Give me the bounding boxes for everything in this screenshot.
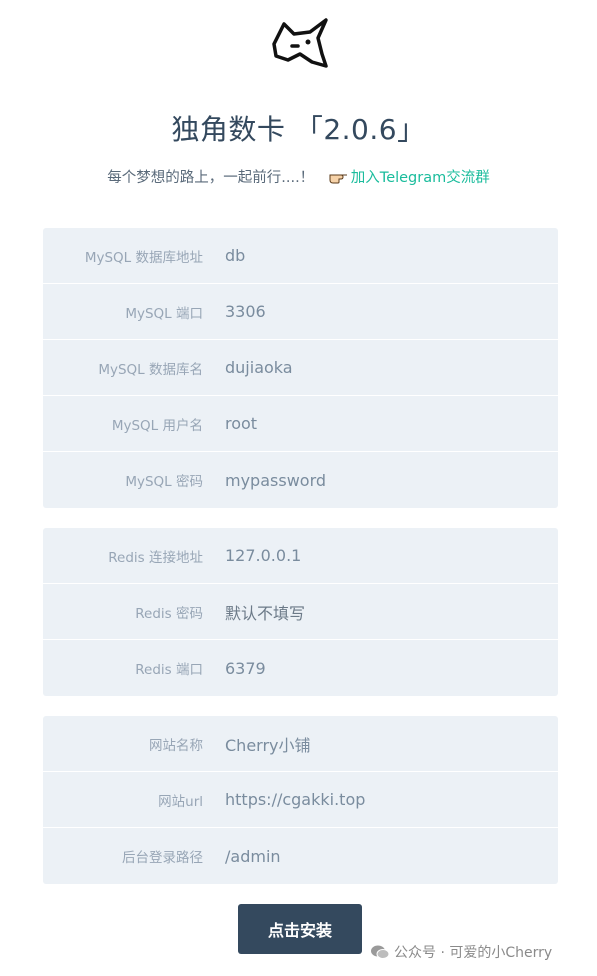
admin-path-input[interactable]: /admin xyxy=(225,847,281,866)
form-row-mysql-host: MySQL 数据库地址 db xyxy=(43,228,558,284)
field-label: 后台登录路径 xyxy=(122,850,203,866)
field-label: Redis 密码 xyxy=(135,605,203,622)
site-settings-panel: 网站名称 Cherry小铺 网站url https://cgakki.top 后… xyxy=(43,716,558,884)
form-row-mysql-port: MySQL 端口 3306 xyxy=(43,284,558,340)
site-url-input[interactable]: https://cgakki.top xyxy=(225,790,365,809)
page-title: 独角数卡 「2.0.6」 xyxy=(171,113,426,146)
redis-password-input[interactable]: 默认不填写 xyxy=(225,600,305,624)
form-row-admin-path: 后台登录路径 /admin xyxy=(43,828,558,884)
redis-port-input[interactable]: 6379 xyxy=(225,659,266,678)
field-label: Redis 端口 xyxy=(135,662,203,678)
wechat-watermark: 公众号 · 可爱的小Cherry xyxy=(370,942,552,962)
form-row-mysql-username: MySQL 用户名 root xyxy=(43,396,558,452)
install-button[interactable]: 点击安装 xyxy=(238,904,362,954)
watermark-text: 公众号 · 可爱的小Cherry xyxy=(394,945,553,961)
redis-settings-panel: Redis 连接地址 127.0.0.1 Redis 密码 默认不填写 Redi… xyxy=(43,528,558,696)
field-label: 网站url xyxy=(158,793,203,810)
mysql-host-input[interactable]: db xyxy=(225,246,245,265)
site-name-input[interactable]: Cherry小铺 xyxy=(225,732,311,756)
form-row-mysql-password: MySQL 密码 mypassword xyxy=(43,452,558,508)
redis-host-input[interactable]: 127.0.0.1 xyxy=(225,546,301,565)
field-label: MySQL 密码 xyxy=(125,474,203,490)
subtitle: 每个梦想的路上，一起前行....！ 加入Telegram交流群 xyxy=(0,166,597,187)
subtitle-text: 每个梦想的路上，一起前行....！ xyxy=(107,170,315,186)
unicorn-logo-icon xyxy=(272,18,328,68)
mysql-settings-panel: MySQL 数据库地址 db MySQL 端口 3306 MySQL 数据库名 … xyxy=(43,228,558,508)
field-label: MySQL 端口 xyxy=(125,305,203,322)
form-row-mysql-database: MySQL 数据库名 dujiaoka xyxy=(43,340,558,396)
telegram-group-link[interactable]: 加入Telegram交流群 xyxy=(351,170,490,186)
field-label: Redis 连接地址 xyxy=(108,549,203,566)
mysql-username-input[interactable]: root xyxy=(225,414,257,433)
form-row-site-name: 网站名称 Cherry小铺 xyxy=(43,716,558,772)
form-row-redis-port: Redis 端口 6379 xyxy=(43,640,558,696)
field-label: 网站名称 xyxy=(149,737,203,754)
mysql-port-input[interactable]: 3306 xyxy=(225,302,266,321)
mysql-password-input[interactable]: mypassword xyxy=(225,471,326,490)
wechat-icon xyxy=(371,945,390,959)
form-row-redis-host: Redis 连接地址 127.0.0.1 xyxy=(43,528,558,584)
field-label: MySQL 数据库名 xyxy=(98,361,203,378)
form-row-redis-password: Redis 密码 默认不填写 xyxy=(43,584,558,640)
form-row-site-url: 网站url https://cgakki.top xyxy=(43,772,558,828)
field-label: MySQL 用户名 xyxy=(111,417,203,434)
field-label: MySQL 数据库地址 xyxy=(84,249,203,266)
mysql-database-input[interactable]: dujiaoka xyxy=(225,358,293,377)
pointing-hand-icon xyxy=(329,174,347,184)
